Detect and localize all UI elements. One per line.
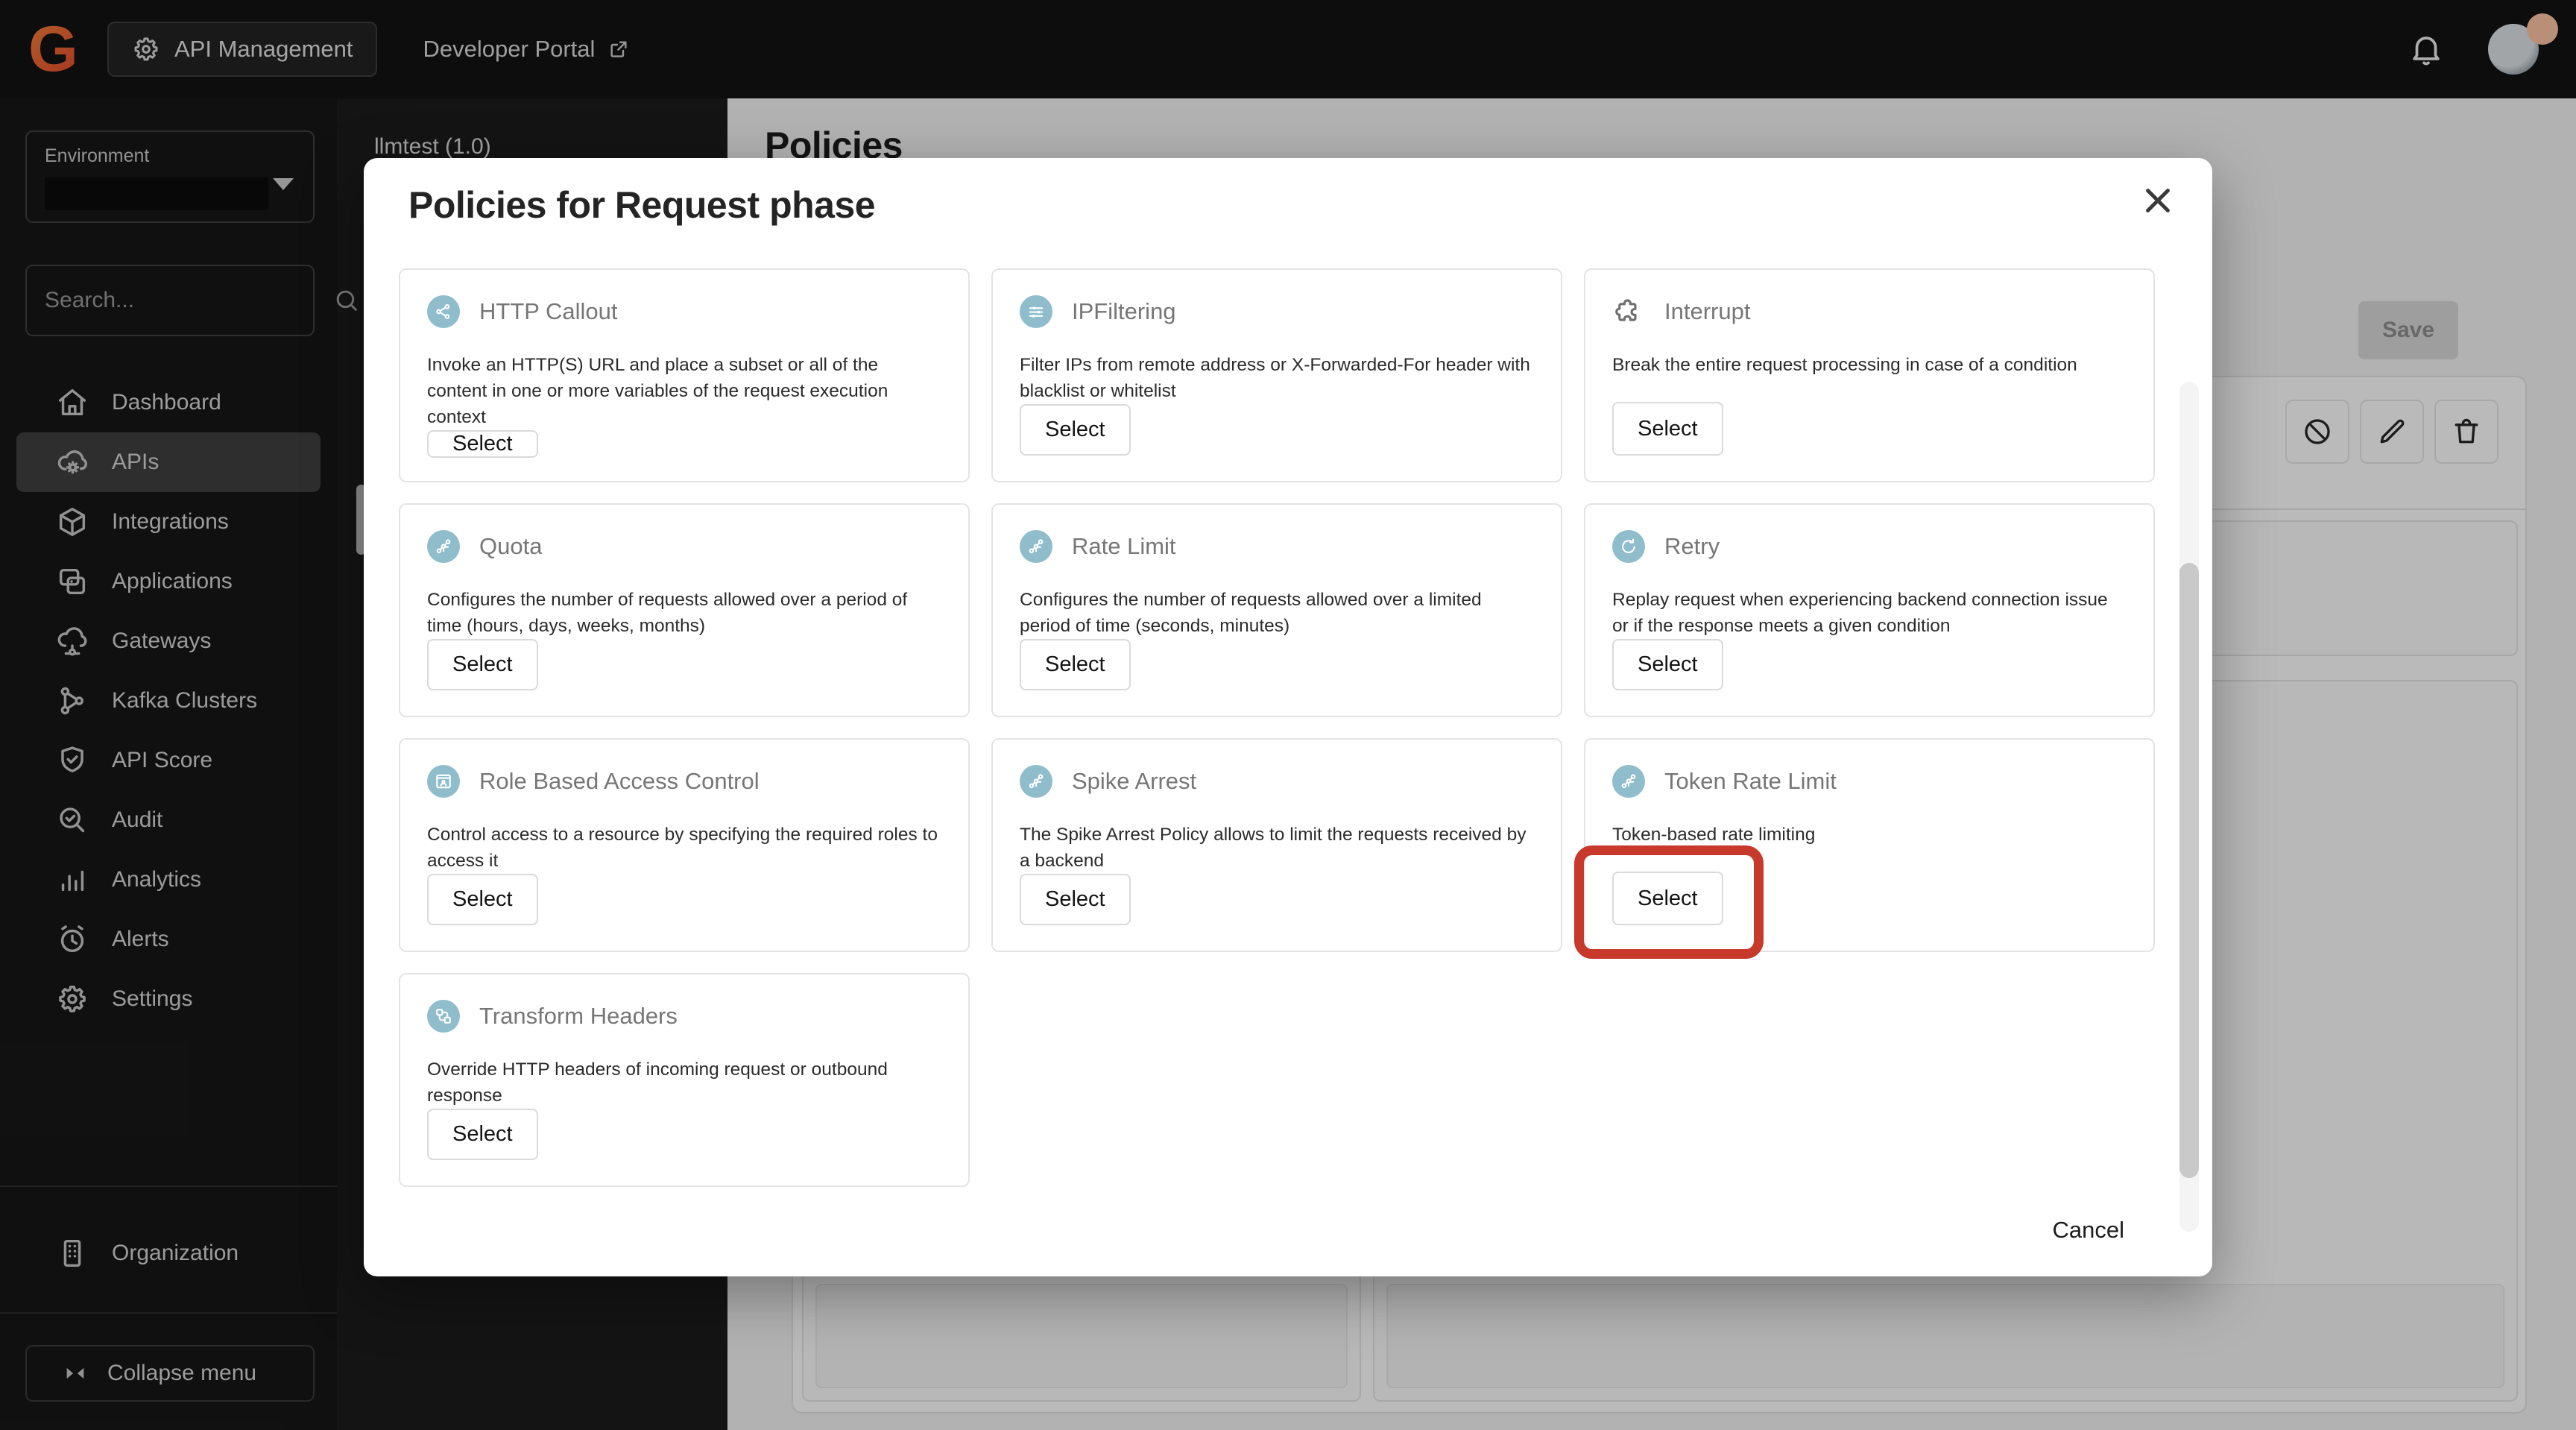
policy-card-title: Transform Headers [479, 1003, 678, 1029]
nodes-icon [1020, 530, 1052, 563]
nodes-icon [427, 530, 460, 563]
policy-card-transform-headers: Transform Headers Override HTTP headers o… [399, 973, 970, 1187]
policy-card-ipfiltering: IPFiltering Filter IPs from remote addres… [991, 268, 1562, 482]
select-button[interactable]: Select [1020, 874, 1131, 925]
modal-scrollbar-thumb[interactable] [2179, 563, 2199, 1178]
rbac-icon [427, 765, 460, 798]
select-button[interactable]: Select [1020, 639, 1131, 690]
policy-card-description: Token-based rate limiting [1612, 825, 1816, 845]
policy-card-description: Configures the number of requests allowe… [1020, 590, 1482, 636]
select-button[interactable]: Select [1020, 404, 1131, 456]
policy-card-description: Override HTTP headers of incoming reques… [427, 1059, 888, 1106]
policy-card-description: Invoke an HTTP(S) URL and place a subset… [427, 355, 888, 427]
policy-card-description: Break the entire request processing in c… [1612, 355, 2077, 375]
cancel-button[interactable]: Cancel [2053, 1217, 2125, 1244]
policy-card-title: Role Based Access Control [479, 768, 760, 794]
policy-card-title: Rate Limit [1072, 533, 1176, 559]
policy-card-quota: Quota Configures the number of requests a… [399, 503, 970, 717]
policy-card-spike-arrest: Spike Arrest The Spike Arrest Policy allo… [991, 738, 1562, 952]
policy-card-description: Filter IPs from remote address or X-Forw… [1020, 355, 1530, 401]
select-button[interactable]: Select [1612, 402, 1723, 456]
policy-card-header: Role Based Access Control [427, 765, 941, 798]
policy-card-title: Quota [479, 533, 543, 559]
policy-card-title: Token Rate Limit [1664, 768, 1837, 794]
select-button[interactable]: Select [427, 874, 538, 925]
policy-card-description: Replay request when experiencing backend… [1612, 590, 2108, 636]
nodes-icon [1020, 765, 1052, 798]
policy-card-header: Rate Limit [1020, 530, 1534, 563]
retry-icon [1612, 530, 1645, 563]
policy-card-grid: HTTP Callout Invoke an HTTP(S) URL and pl… [399, 268, 2155, 1187]
policy-card-title: Interrupt [1664, 298, 1751, 324]
policy-card-header: Interrupt [1612, 295, 2127, 328]
modal-scrollbar-track[interactable] [2179, 382, 2199, 1232]
policy-card-rate-limit: Rate Limit Configures the number of reque… [991, 503, 1562, 717]
policy-card-header: Spike Arrest [1020, 765, 1534, 798]
policy-card-title: Spike Arrest [1072, 768, 1197, 794]
nodes-icon [1612, 765, 1645, 798]
select-button[interactable]: Select [1612, 639, 1723, 690]
policy-card-retry: Retry Replay request when experiencing ba… [1584, 503, 2155, 717]
policy-card-header: Quota [427, 530, 941, 563]
policy-card-title: IPFiltering [1072, 298, 1176, 324]
policy-card-header: Retry [1612, 530, 2127, 563]
policy-card-role-based-access-control: Role Based Access Control Control access … [399, 738, 970, 952]
transform-icon [427, 1000, 460, 1033]
select-button[interactable]: Select [427, 1109, 538, 1160]
puzzle-icon [1612, 295, 1645, 328]
policy-card-description: The Spike Arrest Policy allows to limit … [1020, 825, 1527, 871]
select-button[interactable]: Select [427, 430, 538, 458]
policy-card-header: IPFiltering [1020, 295, 1534, 328]
policy-card-header: Token Rate Limit [1612, 765, 2127, 798]
policy-card-http-callout: HTTP Callout Invoke an HTTP(S) URL and pl… [399, 268, 970, 482]
policy-card-header: HTTP Callout [427, 295, 941, 328]
select-button[interactable]: Select [427, 639, 538, 690]
highlight-annotation [1574, 845, 1764, 959]
policies-modal: Policies for Request phase HTTP Callout I… [364, 158, 2212, 1276]
policy-card-description: Control access to a resource by specifyi… [427, 825, 938, 871]
share-nodes-icon [427, 295, 460, 328]
modal-title: Policies for Request phase [408, 184, 876, 226]
policy-card-title: Retry [1664, 533, 1720, 559]
close-icon[interactable] [2141, 183, 2175, 218]
policy-card-title: HTTP Callout [479, 298, 618, 324]
policy-card-interrupt: Interrupt Break the entire request proces… [1584, 268, 2155, 482]
policy-card-description: Configures the number of requests allowe… [427, 590, 908, 636]
sliders-icon [1020, 295, 1052, 328]
policy-card-header: Transform Headers [427, 1000, 941, 1033]
